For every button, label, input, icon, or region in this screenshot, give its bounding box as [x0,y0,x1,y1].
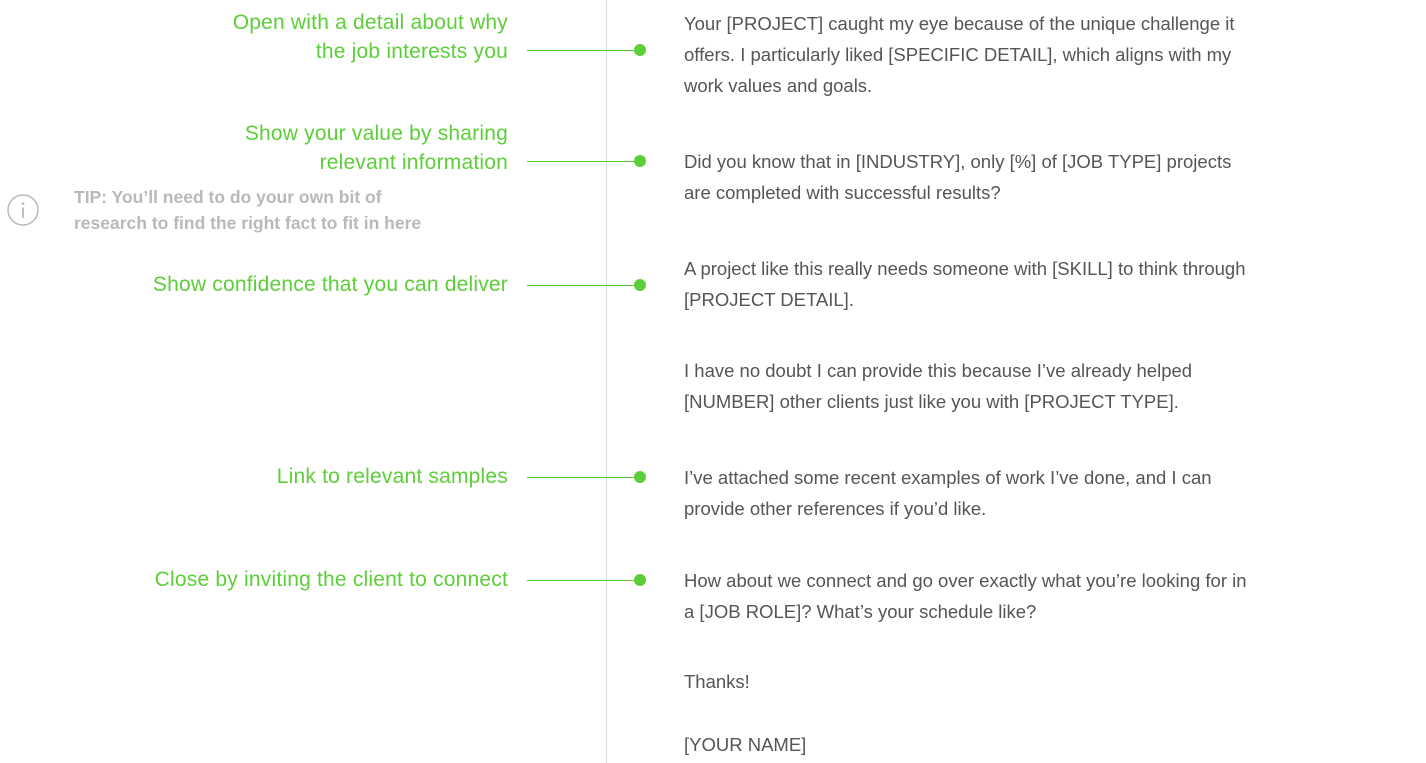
annotation-samples: Link to relevant samples [277,462,508,491]
letter-line: [YOUR NAME] [684,734,807,755]
annotation-value-line2: relevant information [319,151,508,174]
tip-callout: TIP: You’ll need to do your own bit of r… [7,184,527,244]
annotation-open-line1: Open with a detail about why [232,11,508,34]
letter-paragraph-proof: I have no doubt I can provide this becau… [684,355,1192,417]
connector-dot-open [634,44,646,56]
tip-text: TIP: You’ll need to do your own bit of r… [74,184,421,236]
connector-value [527,161,640,162]
connector-dot-samples [634,471,646,483]
letter-line: are completed with successful results? [684,182,1001,203]
connector-dot-confidence [634,279,646,291]
letter-line: [NUMBER] other clients just like you wit… [684,391,1179,412]
annotation-close-text: Close by inviting the client to connect [154,568,508,591]
letter-line: A project like this really needs someone… [684,258,1246,279]
connector-dot-close [634,574,646,586]
letter-line: How about we connect and go over exactly… [684,570,1247,591]
tip-line1: TIP: You’ll need to do your own bit of [74,187,382,207]
letter-line: work values and goals. [684,75,873,96]
vertical-divider [606,0,607,763]
connector-close [527,580,640,581]
letter-paragraph-confidence: A project like this really needs someone… [684,253,1245,315]
annotation-samples-text: Link to relevant samples [276,465,508,488]
letter-paragraph-interest: Your [PROJECT] caught my eye because of … [684,8,1235,101]
info-icon [7,194,39,226]
letter-paragraph-samples: I’ve attached some recent examples of wo… [684,462,1212,524]
letter-line: Thanks! [684,671,750,692]
letter-line: offers. I particularly liked [SPECIFIC D… [684,44,1232,65]
letter-paragraph-value: Did you know that in [INDUSTRY], only [%… [684,146,1231,208]
connector-confidence [527,285,640,286]
annotation-confidence: Show confidence that you can deliver [153,270,508,299]
annotation-close: Close by inviting the client to connect [155,565,508,594]
annotation-value-line1: Show your value by sharing [244,122,508,145]
letter-line: provide other references if you’d like. [684,498,987,519]
letter-line: [PROJECT DETAIL]. [684,289,854,310]
letter-line: Did you know that in [INDUSTRY], only [%… [684,151,1232,172]
letter-line: I have no doubt I can provide this becau… [684,360,1193,381]
annotation-open: Open with a detail about why the job int… [233,8,508,66]
letter-thanks: Thanks! [684,666,750,697]
annotation-value: Show your value by sharing relevant info… [245,119,508,177]
letter-line: a [JOB ROLE]? What’s your schedule like? [684,601,1037,622]
letter-signature: [YOUR NAME] [684,729,806,760]
letter-line: Your [PROJECT] caught my eye because of … [684,13,1235,34]
tip-line2: research to find the right fact to fit i… [74,213,422,233]
annotation-open-line2: the job interests you [315,40,508,63]
annotation-confidence-text: Show confidence that you can deliver [152,273,508,296]
connector-dot-value [634,155,646,167]
connector-open [527,50,640,51]
connector-samples [527,477,640,478]
letter-line: I’ve attached some recent examples of wo… [684,467,1212,488]
letter-paragraph-close: How about we connect and go over exactly… [684,565,1247,627]
